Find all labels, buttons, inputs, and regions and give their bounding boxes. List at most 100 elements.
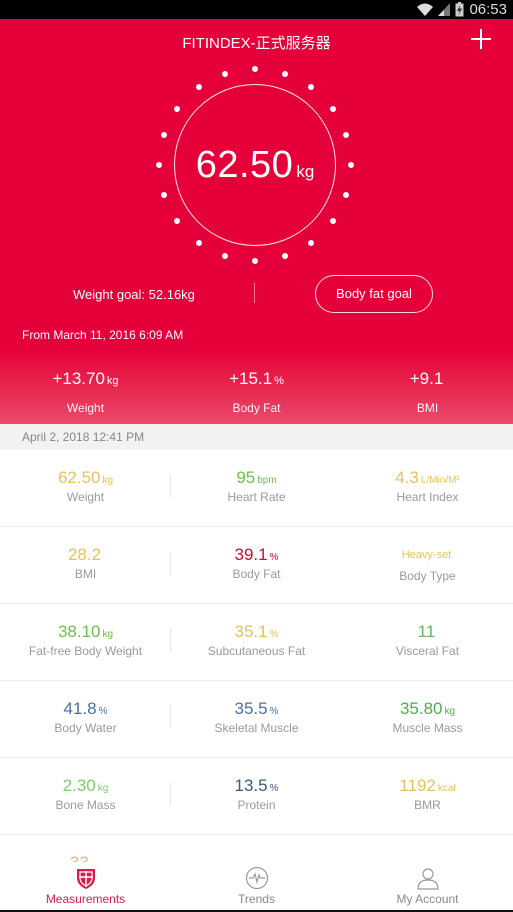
dial-dot xyxy=(308,84,315,91)
metric-label: Body Fat xyxy=(232,567,281,581)
column-divider xyxy=(170,629,171,651)
metric-unit: % xyxy=(98,706,108,717)
current-weight: 62.50 kg xyxy=(150,144,360,187)
metric-cell[interactable]: 41.8% Body Water xyxy=(0,681,171,757)
metric-value: 13.5% xyxy=(171,776,342,796)
metric-number: 35.1 xyxy=(234,622,268,641)
metric-cell[interactable]: 28.2 BMI xyxy=(0,527,171,603)
metric-cell[interactable]: 13.5% Protein xyxy=(171,758,342,834)
plus-icon[interactable] xyxy=(471,29,491,49)
metric-cell[interactable]: 1192 kcal BMR xyxy=(342,758,513,834)
since-date: From March 11, 2016 6:09 AM xyxy=(22,328,184,342)
metric-label: Body Water xyxy=(54,721,117,735)
dial-dot xyxy=(252,66,258,72)
tab-label: Trends xyxy=(238,892,275,906)
dial-dot xyxy=(222,253,229,260)
column-divider xyxy=(170,552,171,574)
change-unit: % xyxy=(274,375,284,387)
metrics-row: 38.10 kg Fat-free Body Weight 35.1% Subcutan… xyxy=(0,604,513,681)
metric-unit: L/Min/M² xyxy=(420,475,460,486)
change-label: Weight xyxy=(66,401,105,415)
tab-trends[interactable]: Trends xyxy=(171,862,342,910)
metric-label: Visceral Fat xyxy=(395,644,460,658)
partial-metric-row: 33 xyxy=(0,835,513,865)
weight-dial: 62.50 kg xyxy=(150,60,360,270)
metric-value: 4.3 L/Min/M² xyxy=(342,468,513,488)
metric-value: 35.1% xyxy=(171,622,342,642)
dial-dot xyxy=(343,191,350,198)
dial-dot xyxy=(329,105,336,112)
metrics-grid: 62.50 kg Weight 95 bpm Heart Rate 4.3 L/Min/M² H… xyxy=(0,450,513,835)
dial-dot xyxy=(160,132,167,139)
metrics-row: 62.50 kg Weight 95 bpm Heart Rate 4.3 L/Min/M² H… xyxy=(0,450,513,527)
metric-cell[interactable]: 35.80 kg Muscle Mass xyxy=(342,681,513,757)
metric-value: 2.30 kg xyxy=(0,776,171,796)
metric-value: 38.10 kg xyxy=(0,622,171,642)
metric-label: Muscle Mass xyxy=(392,721,463,735)
metric-cell[interactable]: 95 bpm Heart Rate xyxy=(171,450,342,526)
metric-cell[interactable]: 38.10 kg Fat-free Body Weight xyxy=(0,604,171,680)
change-label: Body Fat xyxy=(232,401,281,415)
metric-cell[interactable]: 11 Visceral Fat xyxy=(342,604,513,680)
metric-unit: kcal xyxy=(437,783,456,794)
metric-value: 1192 kcal xyxy=(342,776,513,796)
metric-cell[interactable]: 39.1% Body Fat xyxy=(171,527,342,603)
tab-label: My Account xyxy=(396,892,459,906)
metric-cell[interactable]: 62.50 kg Weight xyxy=(0,450,171,526)
metric-number: 41.8 xyxy=(63,699,97,718)
metric-unit: % xyxy=(269,629,279,640)
metric-unit: % xyxy=(269,552,279,563)
change-value: +13.70 xyxy=(52,369,105,388)
dial-dot xyxy=(160,191,167,198)
metrics-row: 41.8% Body Water 35.5% Skeletal Muscle 35.80… xyxy=(0,681,513,758)
metric-label: Skeletal Muscle xyxy=(214,721,299,735)
column-divider xyxy=(170,706,171,728)
metric-cell[interactable]: 35.5% Skeletal Muscle xyxy=(171,681,342,757)
metric-cell[interactable]: 4.3 L/Min/M² Heart Index xyxy=(342,450,513,526)
signal-icon xyxy=(438,3,451,16)
tab-measurements[interactable]: Measurements xyxy=(0,862,171,910)
tab-my-account[interactable]: My Account xyxy=(342,862,513,910)
metric-value: 28.2 xyxy=(0,545,171,565)
dial-dot xyxy=(222,70,229,77)
metric-cell[interactable]: 2.30 kg Bone Mass xyxy=(0,758,171,834)
dial-dot xyxy=(281,70,288,77)
wifi-icon xyxy=(417,3,434,16)
metric-number: 62.50 xyxy=(57,468,101,487)
metric-value: Heavy-set xyxy=(342,545,513,567)
change-label: BMI xyxy=(416,401,439,415)
bottom-tab-bar: Measurements Trends My Account xyxy=(0,862,513,910)
shield-icon xyxy=(76,869,95,889)
dial-dot xyxy=(174,218,181,225)
dial-dot xyxy=(195,239,202,246)
metric-label: Fat-free Body Weight xyxy=(28,644,143,658)
metric-number: 38.10 xyxy=(57,622,101,641)
metric-number: Heavy-set xyxy=(401,549,452,561)
metric-value: 35.5% xyxy=(171,699,342,719)
metric-unit: kg xyxy=(102,475,114,486)
metric-label: Heart Index xyxy=(396,490,459,504)
status-time: 06:53 xyxy=(469,1,507,18)
metric-cell[interactable]: 35.1% Subcutaneous Fat xyxy=(171,604,342,680)
column-divider xyxy=(170,783,171,805)
metric-unit: kg xyxy=(102,629,114,640)
metric-number: 2.30 xyxy=(62,776,96,795)
body-fat-goal-button[interactable]: Body fat goal xyxy=(315,275,433,313)
change-body-fat: +15.1% Body Fat xyxy=(171,369,342,415)
app-title: FITINDEX-正式服务器 xyxy=(182,35,331,52)
change-value: +15.1 xyxy=(229,369,273,388)
dial-dot xyxy=(174,105,181,112)
metric-cell[interactable]: Heavy-set Body Type xyxy=(342,527,513,603)
change-summary: +13.70 kg Weight +15.1% Body Fat +9.1 BMI xyxy=(0,369,513,415)
metric-value: 41.8% xyxy=(0,699,171,719)
weight-goal[interactable]: Weight goal: 52.16kg xyxy=(73,287,195,302)
metric-value: 95 bpm xyxy=(171,468,342,488)
tab-label: Measurements xyxy=(45,892,126,906)
metric-unit: kg xyxy=(97,783,109,794)
dial-dot xyxy=(156,162,162,168)
current-weight-unit: kg xyxy=(296,162,315,181)
metric-number: 4.3 xyxy=(395,468,419,487)
metric-label: Heart Rate xyxy=(227,490,286,504)
metric-number: 1192 xyxy=(399,776,436,795)
measurement-date: April 2, 2018 12:41 PM xyxy=(0,424,513,450)
